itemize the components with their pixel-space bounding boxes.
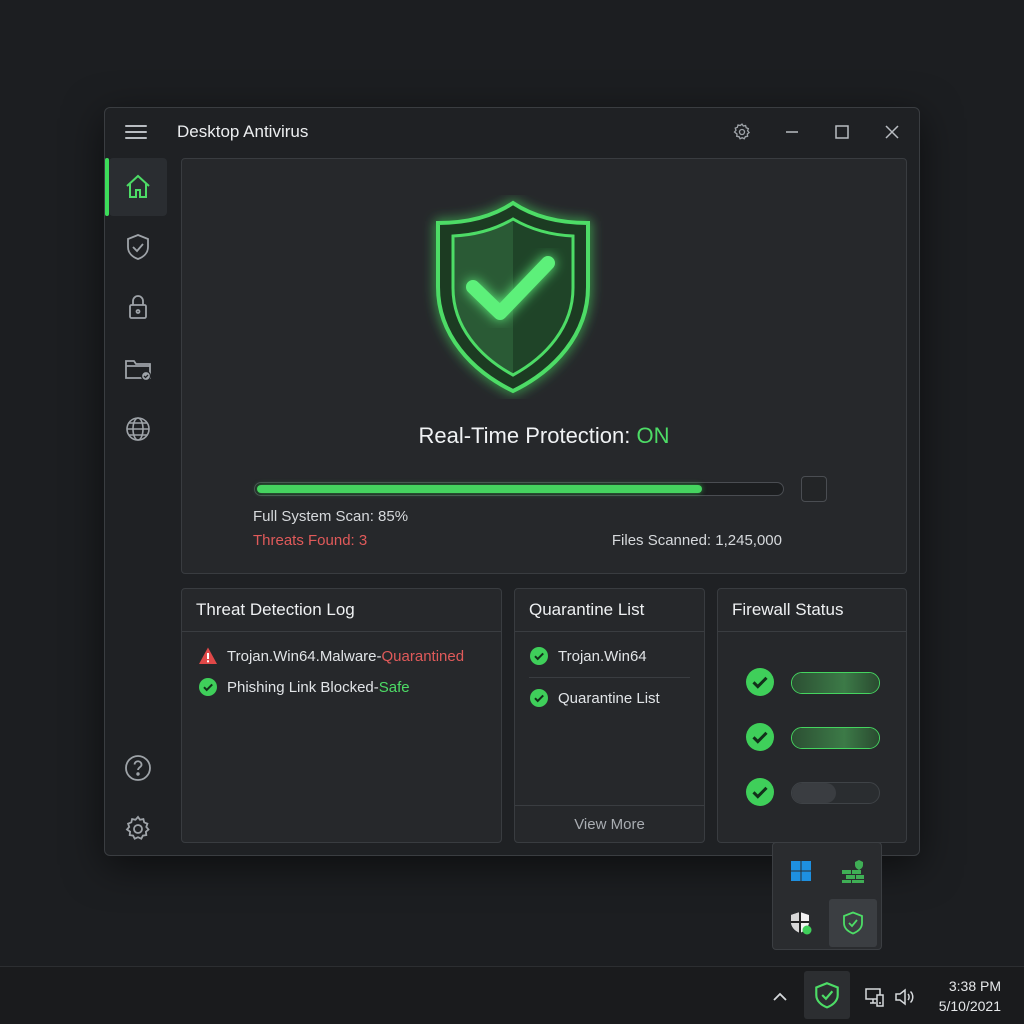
sidebar-item-web[interactable]	[109, 400, 167, 458]
scan-progress-label: Full System Scan: 85%	[253, 508, 409, 525]
threat-name: Phishing Link Blocked	[227, 678, 374, 696]
view-more-button[interactable]: View More	[515, 806, 704, 843]
firewall-status-panel: Firewall Status	[717, 588, 907, 843]
volume-icon[interactable]	[891, 983, 919, 1011]
sidebar-item-privacy[interactable]	[109, 278, 167, 336]
check-circle-icon	[746, 723, 774, 751]
home-icon	[126, 174, 150, 198]
toggle-fill	[792, 673, 879, 693]
settings-icon	[125, 815, 150, 840]
title-bar: Desktop Antivirus	[105, 108, 919, 156]
help-icon	[125, 755, 151, 781]
antivirus-window: Desktop Antivirus Real-Time Protection: …	[104, 107, 920, 856]
check-circle-icon	[746, 778, 774, 806]
divider	[718, 631, 906, 632]
firewall-title: Firewall Status	[732, 600, 844, 619]
check-circle-icon	[746, 668, 774, 696]
check-circle-icon	[530, 647, 548, 665]
sidebar	[105, 156, 171, 855]
app-title: Desktop Antivirus	[177, 122, 309, 141]
scan-progress-fill	[257, 485, 702, 493]
threat-log-entry[interactable]: Phishing Link Blocked - Safe	[198, 677, 410, 697]
sidebar-item-folder[interactable]	[109, 340, 167, 398]
shield-check-icon	[127, 234, 149, 260]
threats-found-label[interactable]: Threats Found: 3	[253, 532, 367, 549]
divider	[515, 631, 704, 632]
scan-stop-button[interactable]	[801, 476, 827, 502]
show-hidden-icons-chevron-up-icon[interactable]	[766, 983, 794, 1011]
threat-status: Quarantined	[381, 647, 465, 665]
check-circle-icon	[530, 689, 548, 707]
quarantine-item-label: Quarantine List	[558, 689, 660, 707]
quarantine-item[interactable]: Quarantine List	[529, 688, 660, 708]
shield-check-icon	[436, 200, 590, 394]
system-clock[interactable]: 3:38 PM 5/10/2021	[939, 976, 1001, 1016]
windows-icon[interactable]	[777, 847, 825, 895]
check-circle-icon	[199, 678, 217, 696]
toggle-fill	[792, 728, 879, 748]
sidebar-item-home[interactable]	[105, 158, 167, 216]
toggle-fill	[792, 783, 836, 803]
threat-name: Trojan.Win64.Malware	[227, 647, 377, 665]
realtime-protection-status: Real-Time Protection: ON	[182, 423, 906, 449]
files-scanned-label: Files Scanned: 1,245,000	[611, 532, 782, 549]
protection-status-panel: Real-Time Protection: ON Full System Sca…	[181, 158, 907, 574]
maximize-button[interactable]	[829, 120, 855, 144]
sidebar-item-protection[interactable]	[109, 218, 167, 276]
quarantine-list-panel: Quarantine List Trojan.Win64 Quarantine …	[514, 588, 705, 843]
protection-label: Real-Time Protection:	[418, 423, 631, 448]
globe-icon	[126, 417, 150, 441]
lock-icon	[129, 295, 147, 319]
tray-overflow-flyout	[772, 842, 882, 950]
divider	[182, 631, 501, 632]
threat-log-entry[interactable]: Trojan.Win64.Malware - Quarantined	[198, 646, 464, 666]
network-icon[interactable]	[860, 983, 888, 1011]
antivirus-shield-icon[interactable]	[829, 899, 877, 947]
threat-detection-log-panel: Threat Detection Log Trojan.Win64.Malwar…	[181, 588, 502, 843]
quarantine-item-label: Trojan.Win64	[558, 647, 647, 665]
scan-progress-bar	[254, 482, 784, 496]
firewall-toggle[interactable]	[791, 782, 880, 804]
clock-time: 3:38 PM	[948, 978, 1001, 994]
minimize-button[interactable]	[779, 120, 805, 144]
firewall-icon[interactable]	[829, 847, 877, 895]
firewall-toggle[interactable]	[791, 672, 880, 694]
quarantine-item[interactable]: Trojan.Win64	[529, 646, 647, 666]
protection-state: ON	[636, 423, 670, 448]
sidebar-item-settings[interactable]	[109, 800, 167, 858]
settings-gear-icon[interactable]	[729, 120, 755, 144]
firewall-toggle[interactable]	[791, 727, 880, 749]
close-button[interactable]	[879, 120, 905, 144]
sidebar-item-help[interactable]	[109, 739, 167, 797]
clock-date: 5/10/2021	[938, 998, 1001, 1014]
divider	[529, 677, 690, 678]
threat-status: Safe	[378, 678, 410, 696]
antivirus-taskbar-shield-icon[interactable]	[804, 971, 850, 1019]
security-center-icon[interactable]	[777, 899, 825, 947]
taskbar: 3:38 PM 5/10/2021	[0, 966, 1024, 1024]
warning-icon	[199, 647, 217, 664]
threat-log-title: Threat Detection Log	[196, 600, 355, 619]
hamburger-menu-icon[interactable]	[123, 122, 149, 142]
quarantine-title: Quarantine List	[529, 600, 645, 619]
folder-check-icon	[125, 360, 152, 382]
